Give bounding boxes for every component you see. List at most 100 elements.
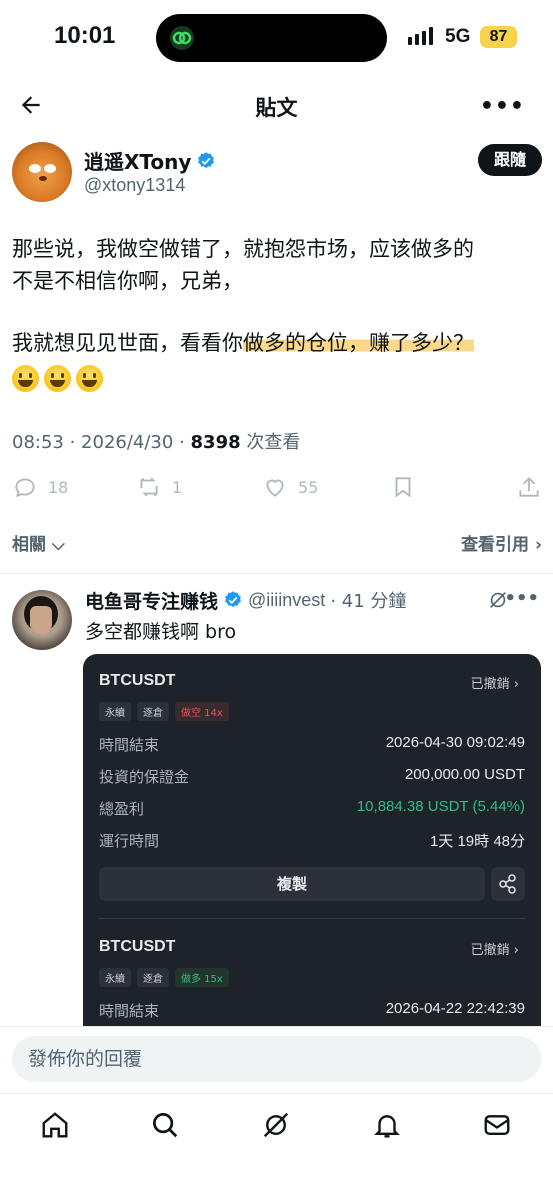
position-symbol: BTCUSDT	[99, 938, 176, 955]
repost-button[interactable]: 1	[136, 474, 182, 500]
quote-author-handle[interactable]: @iiiinvest	[248, 590, 325, 611]
view-count: 8398	[190, 432, 241, 453]
chevron-down-icon: ⌵	[51, 535, 65, 555]
card-row: 投資的保證金 200,000.00 USDT	[99, 766, 525, 788]
tag: 逐倉	[137, 968, 169, 987]
verified-icon	[198, 151, 215, 168]
tweet-line-2: 不是不相信你啊，兄弟，	[12, 269, 243, 293]
tweet-line-1: 那些说，我做空做错了，就抱怨市场，应该做多的	[12, 237, 474, 261]
divider	[0, 1026, 553, 1027]
bookmark-button[interactable]	[390, 474, 416, 500]
reply-input[interactable]: 發佈你的回覆	[12, 1036, 541, 1082]
view-label: 次查看	[246, 432, 301, 453]
row-value: 2026-04-30 09:02:49	[385, 734, 525, 751]
share-button[interactable]	[516, 474, 542, 500]
trade-screenshot-card[interactable]: BTCUSDT 已撤銷 › 永續 逐倉 做空 14x 時間結束 2026-04-3…	[83, 654, 541, 1026]
chevron-right-icon: ›	[534, 535, 542, 555]
share-nodes-icon	[499, 874, 516, 894]
share-icon	[519, 477, 539, 497]
verified-icon	[225, 591, 241, 608]
card-row: 時間結束 2026-04-30 09:02:49	[99, 734, 525, 756]
grok-icon[interactable]	[261, 1110, 291, 1140]
position-status: 已撤銷 ›	[471, 939, 519, 958]
card-share-button	[491, 867, 525, 901]
bookmark-icon	[395, 477, 411, 498]
tweet-time: 08:53	[12, 432, 64, 453]
tweet-line-3: 我就想见见世面，看看你做多的仓位，赚了多少？	[12, 327, 542, 359]
quote-header: 电鱼哥专注赚钱 @iiiinvest · 41 分鐘	[85, 586, 545, 614]
quote-time: · 41 分鐘	[330, 591, 407, 612]
related-label: 相關	[12, 535, 46, 555]
more-options-button[interactable]: •••	[480, 94, 525, 119]
tweet-meta: 08:53 · 2026/4/30 · 8398 次查看	[12, 432, 301, 453]
quote-author-name[interactable]: 电鱼哥专注赚钱	[85, 587, 218, 614]
home-icon[interactable]	[40, 1110, 70, 1140]
author-name-text: 逍遥XTony	[84, 150, 192, 174]
like-icon	[266, 479, 284, 497]
reply-button[interactable]: 18	[12, 474, 68, 500]
status-bar: 10:01 5G 87	[0, 0, 553, 76]
link-icon	[170, 26, 194, 50]
position-tags: 永續 逐倉 做多 15x	[99, 968, 229, 987]
tag-direction: 做多 15x	[175, 968, 229, 987]
tag: 永續	[99, 702, 131, 721]
position-tags: 永續 逐倉 做空 14x	[99, 702, 229, 721]
card-divider	[99, 918, 525, 919]
tweet-text: 那些说，我做空做错了，就抱怨市场，应该做多的 不是不相信你啊，兄弟， 我就想见见…	[12, 233, 542, 393]
notifications-icon[interactable]	[372, 1110, 402, 1140]
top-nav: 貼文 •••	[0, 80, 553, 130]
status-time: 10:01	[54, 22, 116, 49]
chevron-right-icon: ›	[513, 943, 519, 958]
grinning-face-icon	[76, 364, 103, 392]
divider	[0, 573, 553, 574]
copy-button: 複製	[99, 867, 485, 901]
row-label: 投資的保證金	[99, 768, 190, 786]
grinning-face-icon	[12, 364, 39, 392]
row-value: 1天 19時 48分	[429, 833, 525, 850]
tweet-author: 逍遥XTony @xtony1314 跟隨	[12, 142, 542, 204]
messages-icon[interactable]	[482, 1110, 512, 1140]
row-label: 時間結束	[99, 736, 160, 754]
quote-text: 多空都赚钱啊 bro	[85, 621, 237, 643]
tweet-line-3-plain: 我就想见见世面，看看你	[12, 331, 243, 355]
tag: 永續	[99, 968, 131, 987]
chevron-right-icon: ›	[513, 677, 519, 692]
card-row: 運行時間 1天 19時 48分	[99, 830, 525, 852]
like-button[interactable]: 55	[262, 474, 318, 500]
author-name[interactable]: 逍遥XTony	[84, 146, 216, 175]
dynamic-island	[156, 14, 387, 62]
view-quotes-link[interactable]: 查看引用 ›	[461, 530, 542, 555]
page-title: 貼文	[255, 96, 298, 120]
battery-level: 87	[480, 26, 517, 48]
tweet-actions: 18 1 55	[12, 474, 542, 504]
position-symbol: BTCUSDT	[99, 672, 176, 689]
author-avatar[interactable]	[12, 142, 72, 202]
emoji-row	[12, 361, 542, 393]
follow-button[interactable]: 跟隨	[478, 144, 542, 176]
card-row: 時間結束 2026-04-22 22:42:39	[99, 1000, 525, 1022]
reply-icon	[15, 478, 35, 498]
like-count: 55	[298, 477, 319, 497]
related-row: 相關 ⌵ 查看引用 ›	[12, 530, 542, 556]
related-sort-dropdown[interactable]: 相關 ⌵	[12, 530, 65, 555]
view-quotes-label: 查看引用	[461, 535, 530, 555]
row-label: 總盈利	[99, 800, 145, 818]
repost-icon	[140, 477, 158, 497]
repost-count: 1	[172, 477, 183, 497]
row-label: 時間結束	[99, 1002, 160, 1020]
search-icon[interactable]	[150, 1110, 180, 1140]
position-status-text: 已撤銷	[470, 943, 510, 958]
tweet-line-3-highlight: 做多的仓位，赚了多少？	[243, 331, 474, 355]
position-status-text: 已撤銷	[470, 677, 510, 692]
row-label: 運行時間	[99, 832, 160, 850]
tag: 逐倉	[137, 702, 169, 721]
row-value-profit: 10,884.38 USDT (5.44%)	[356, 798, 525, 815]
tweet-date: 2026/4/30	[81, 432, 174, 453]
position-status: 已撤銷 ›	[471, 673, 519, 692]
bottom-tab-bar	[0, 1093, 553, 1163]
author-handle[interactable]: @xtony1314	[84, 175, 185, 196]
quote-author-avatar[interactable]	[12, 590, 72, 650]
tag-direction: 做空 14x	[175, 702, 229, 721]
row-value: 2026-04-22 22:42:39	[385, 1000, 525, 1017]
quote-more-button[interactable]: •••	[504, 588, 539, 609]
